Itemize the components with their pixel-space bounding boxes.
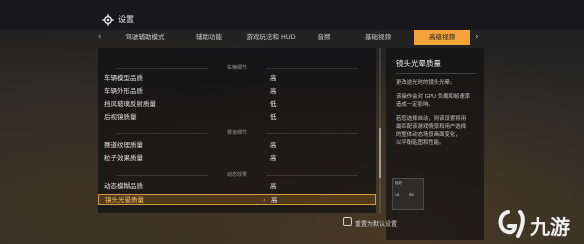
setting-row-vehicle-model[interactable]: 车辆模型品质 高	[98, 73, 376, 84]
tab-driving-assist[interactable]: 驾驶辅助模式	[110, 30, 180, 45]
setting-label: 粒子效果质量	[104, 154, 143, 162]
setting-value: 高	[270, 74, 277, 82]
watermark-logo: 九游	[498, 210, 570, 239]
setting-value: 高	[271, 196, 278, 204]
tab-prev-icon[interactable]: ‹	[98, 30, 110, 45]
reset-defaults-button[interactable]: 重置为默认设置	[355, 219, 397, 228]
tab-basic-video[interactable]: 基础视频	[348, 30, 408, 45]
setting-value: 高	[270, 182, 277, 190]
info-text-line: 以平衡贴图和性能。	[396, 140, 445, 146]
section-header-vehicle: 车辆细节	[98, 64, 376, 72]
info-text-line: 最匹配该游戏情景和用户选择	[396, 124, 467, 130]
setting-row-motion-blur[interactable]: 动态模糊品质 高	[98, 181, 376, 192]
setting-row-particle-quality[interactable]: 粒子效果质量 高	[98, 153, 376, 164]
section-header-dynamic: 动态效果	[98, 171, 376, 179]
setting-label: 车辆模型品质	[104, 74, 143, 82]
setting-row-windshield-reflection[interactable]: 挡风玻璃反射质量 低	[98, 99, 376, 110]
tab-accessibility[interactable]: 辅助功能	[182, 30, 236, 45]
preview-label: 较好	[395, 181, 402, 185]
info-text-line: 该操作会对 GPU 负载和帧速率	[396, 94, 471, 100]
setting-value: 高	[270, 154, 277, 162]
info-divider	[396, 73, 476, 74]
section-header-track: 赛道细节	[98, 129, 376, 137]
preview-label: LB	[395, 193, 400, 197]
setting-label: 镜头光晕质量	[105, 196, 144, 204]
setting-value: 高	[270, 87, 277, 95]
setting-row-track-texture[interactable]: 赛道纹理质量 高	[98, 140, 376, 151]
setting-label: 赛道纹理质量	[104, 141, 143, 149]
scrollbar-thumb[interactable]	[379, 128, 381, 178]
tab-gameplay-hud[interactable]: 游戏玩法和 HUD	[238, 30, 304, 45]
watermark-text: 九游	[529, 215, 570, 239]
setting-row-lens-flare[interactable]: 镜头光晕质量 ‹ 高	[98, 194, 376, 205]
page-title: 设置	[118, 15, 134, 24]
setting-value: 高	[270, 141, 277, 149]
setting-label: 后视镜质量	[104, 113, 137, 121]
setting-value: 低	[270, 113, 277, 121]
info-text-line: 更改逆光时的镜头光晕。	[396, 80, 456, 86]
reset-key-icon	[343, 217, 352, 226]
setting-row-mirror-quality[interactable]: 后视镜质量 低	[98, 112, 376, 123]
value-prev-icon[interactable]: ‹	[263, 195, 266, 206]
setting-row-vehicle-exterior[interactable]: 车辆外形品质 高	[98, 86, 376, 97]
setting-value: 低	[270, 100, 277, 108]
info-text-line: 造成一定影响。	[396, 102, 434, 108]
info-title: 镜头光晕质量	[396, 59, 441, 68]
tab-audio[interactable]: 音频	[306, 30, 342, 45]
preview-thumbnail: 较好 LB RB	[392, 178, 424, 210]
tab-next-icon[interactable]: ›	[475, 30, 485, 45]
setting-label: 车辆外形品质	[104, 87, 143, 95]
setting-label: 挡风玻璃反射质量	[104, 100, 156, 108]
gear-icon	[102, 14, 114, 26]
top-bar	[0, 0, 584, 30]
preview-label: RB	[409, 193, 414, 197]
info-text-line: 的整体动态场景画面变化，	[396, 132, 461, 138]
tab-advanced-video[interactable]: 高级视频	[414, 30, 470, 45]
info-text-line: 若您选择自动，则该设置将用	[396, 116, 467, 122]
setting-label: 动态模糊品质	[104, 182, 143, 190]
